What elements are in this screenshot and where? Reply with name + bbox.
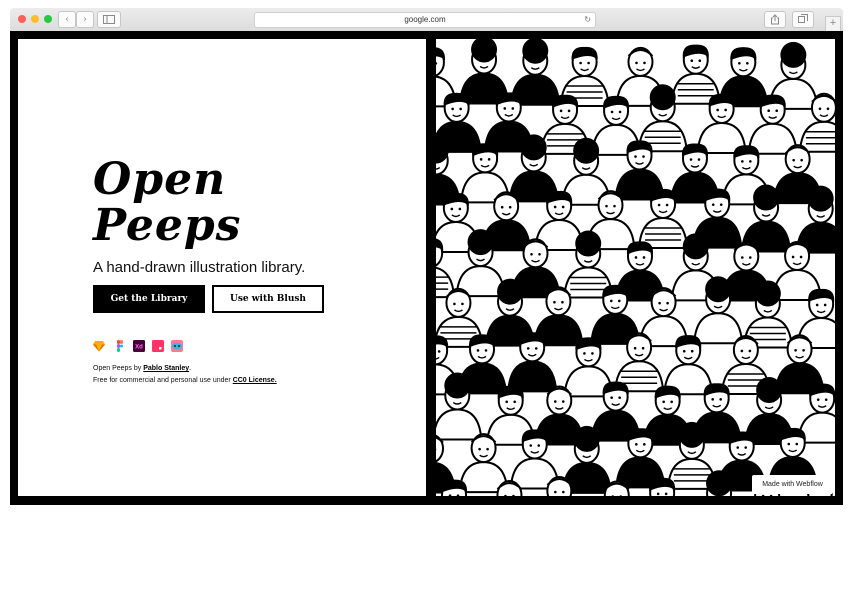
credit-text: Open Peeps by Pablo Stanley. Free for co…: [93, 363, 277, 387]
tabs-overview-button[interactable]: [792, 11, 814, 28]
page-title: Open Peeps: [93, 157, 241, 249]
share-button[interactable]: [764, 11, 786, 28]
close-window-button[interactable]: [18, 15, 26, 23]
webpage: Open Peeps A hand-drawn illustration lib…: [10, 31, 843, 505]
sketch-icon[interactable]: [93, 340, 105, 352]
sidebar-icon: [103, 15, 115, 24]
sidebar-toggle-button[interactable]: [97, 11, 121, 28]
tagline: A hand-drawn illustration library.: [93, 259, 306, 276]
title-line-peeps: Peeps: [93, 200, 242, 251]
tabs-icon: [798, 14, 808, 23]
back-button[interactable]: ‹: [58, 11, 76, 28]
use-with-blush-button[interactable]: Use with Blush: [212, 285, 324, 313]
hero-panel: Open Peeps A hand-drawn illustration lib…: [18, 39, 426, 496]
share-icon: [771, 14, 779, 25]
license-prefix: Free for commercial and personal use und…: [93, 377, 233, 384]
crowd-illustration-art: [436, 39, 835, 496]
invision-studio-icon[interactable]: [152, 340, 164, 352]
address-bar[interactable]: google.com ↻: [254, 12, 596, 28]
license-line: Free for commercial and personal use und…: [93, 375, 277, 387]
made-with-webflow-badge[interactable]: Made with Webflow: [752, 475, 833, 494]
credit-suffix: .: [189, 365, 192, 372]
browser-window: ‹ › google.com ↻ + Open Peeps A hand-dra…: [10, 8, 843, 505]
crowd-illustration: [436, 39, 835, 496]
new-tab-button[interactable]: +: [825, 16, 841, 32]
plus-icon: +: [829, 17, 837, 29]
crowd-person: [670, 44, 721, 105]
author-link[interactable]: Pablo Stanley: [143, 365, 189, 372]
chevron-right-icon: ›: [83, 14, 87, 25]
author-line: Open Peeps by Pablo Stanley.: [93, 363, 277, 375]
svg-text:Xd: Xd: [135, 345, 143, 351]
address-url: google.com: [404, 15, 446, 24]
license-link[interactable]: CC0 License.: [233, 377, 277, 384]
adobe-xd-icon[interactable]: Xd: [133, 340, 145, 352]
figma-icon[interactable]: [114, 340, 126, 352]
credit-prefix: Open Peeps by: [93, 365, 144, 372]
chevron-left-icon: ‹: [65, 14, 69, 25]
blush-icon[interactable]: [171, 340, 183, 352]
maximize-window-button[interactable]: [44, 15, 52, 23]
title-line-open: Open: [93, 154, 227, 205]
get-library-button[interactable]: Get the Library: [93, 285, 205, 313]
browser-toolbar: ‹ › google.com ↻: [10, 8, 843, 32]
reload-icon[interactable]: ↻: [584, 13, 591, 27]
forward-button[interactable]: ›: [76, 11, 94, 28]
minimize-window-button[interactable]: [31, 15, 39, 23]
